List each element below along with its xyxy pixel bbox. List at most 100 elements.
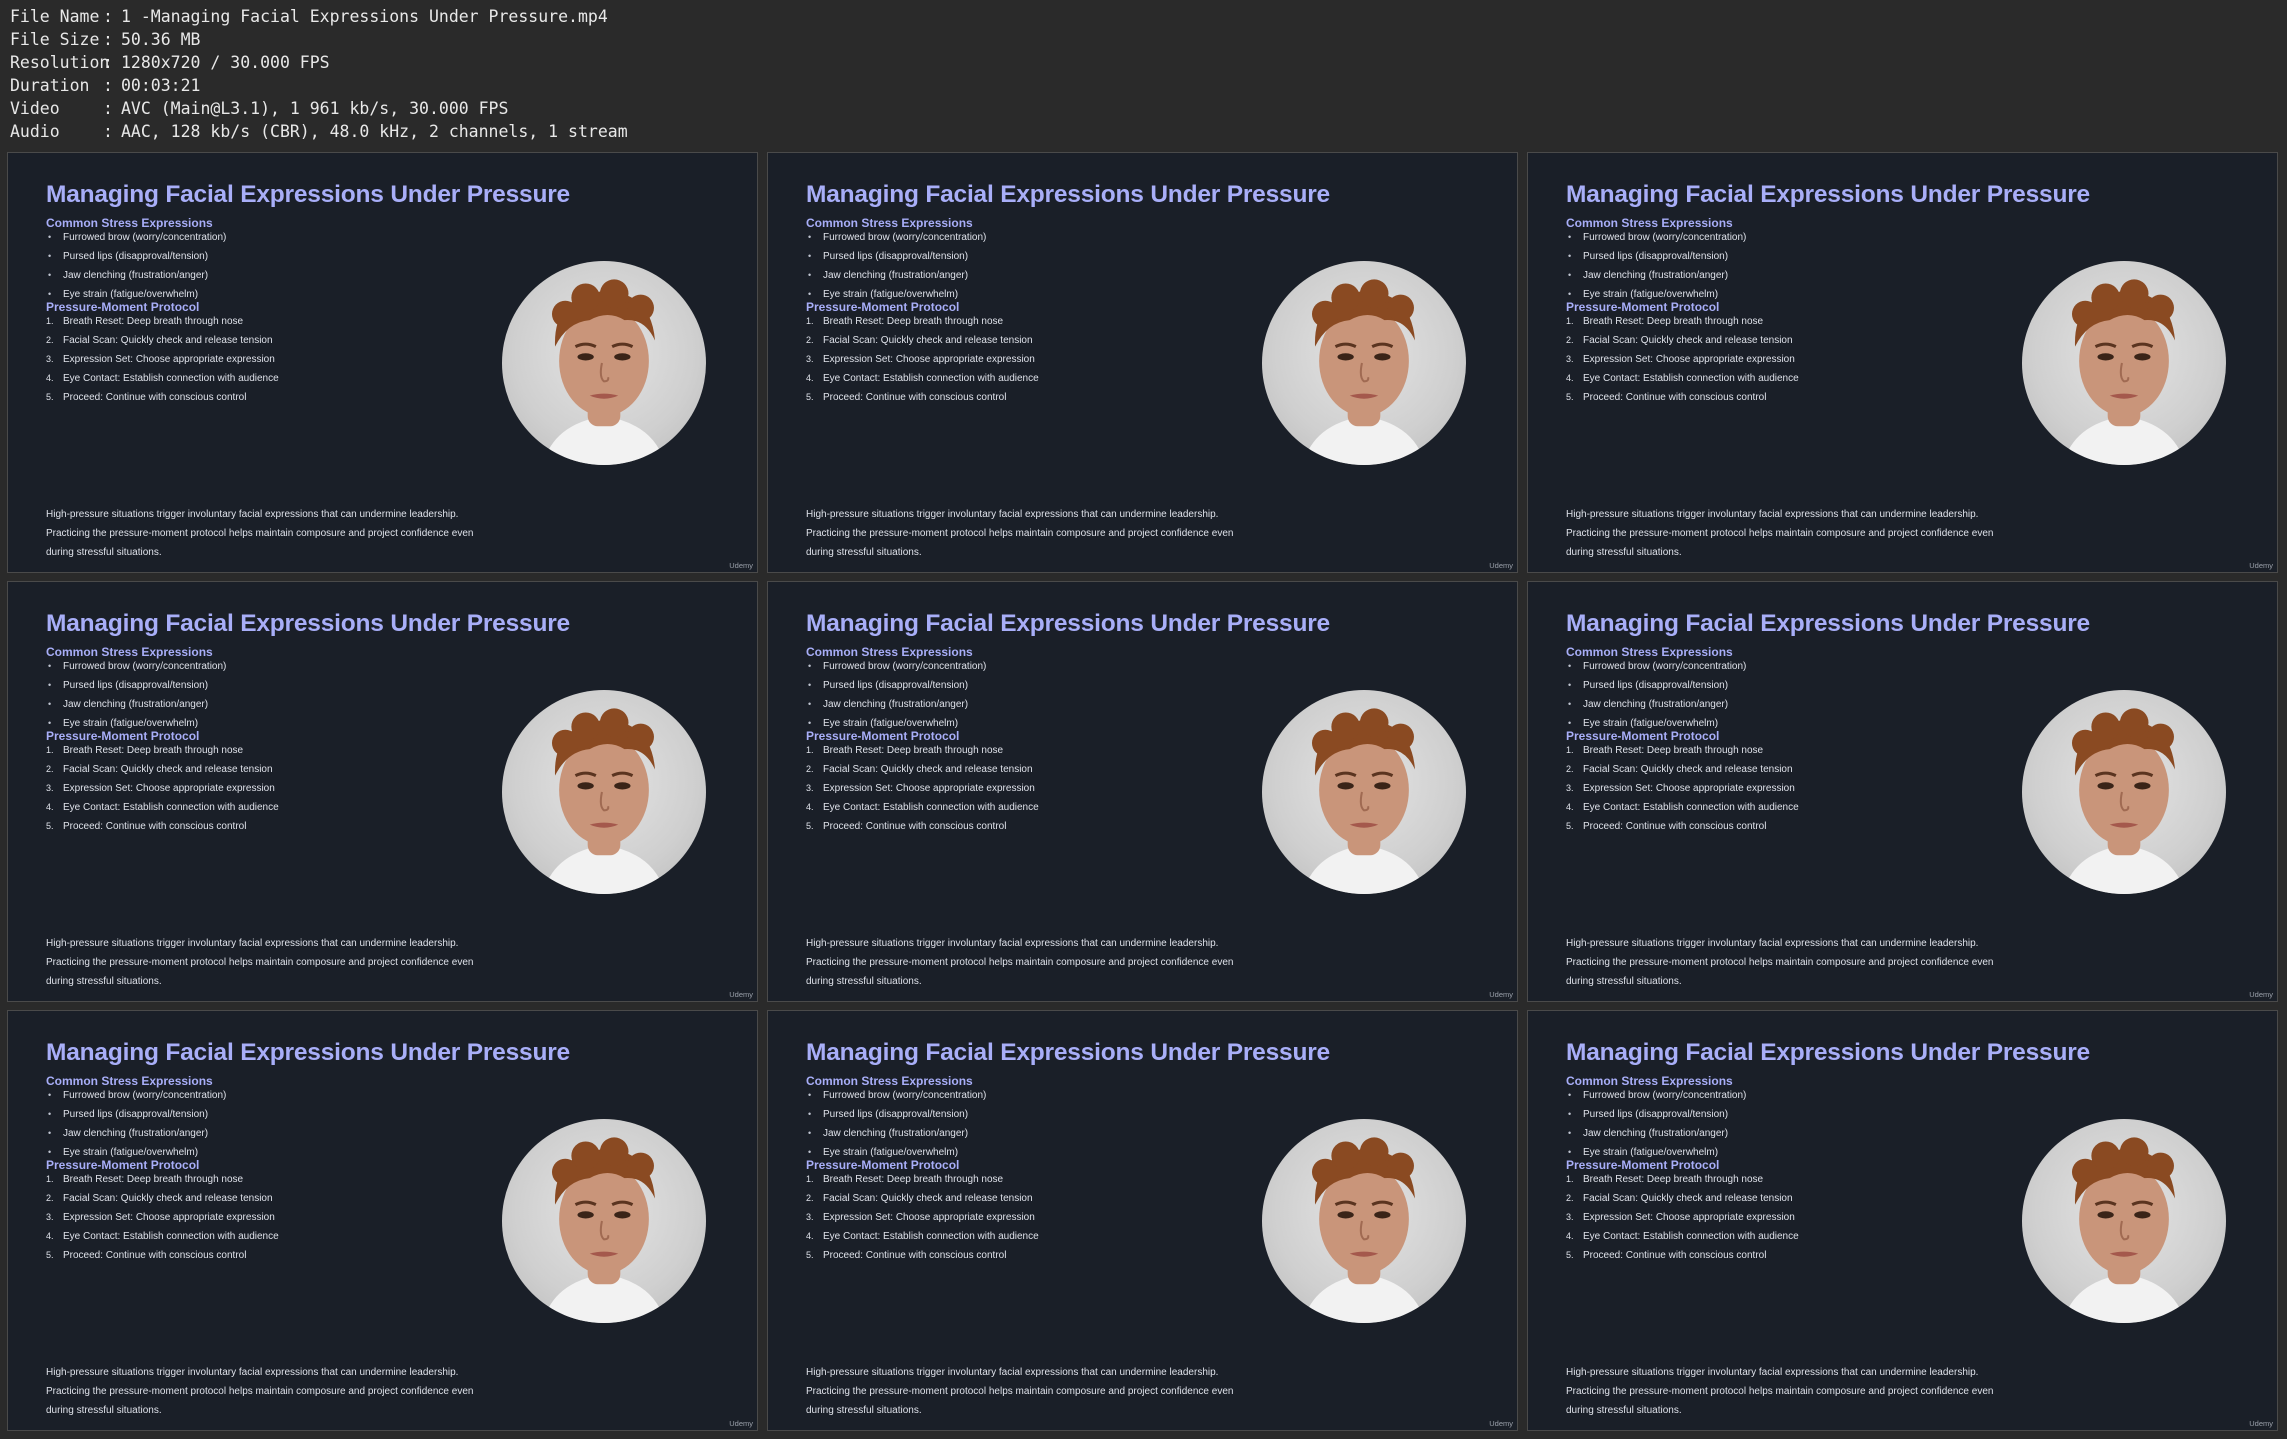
video-thumbnail[interactable]: Managing Facial Expressions Under Pressu… bbox=[7, 1010, 758, 1431]
list-item: 5. Proceed: Continue with conscious contr… bbox=[1566, 817, 1799, 836]
step-number: 3. bbox=[1566, 1212, 1574, 1222]
step-number: 2. bbox=[806, 335, 814, 345]
list-item: Pursed lips (disapproval/tension) bbox=[806, 1105, 986, 1124]
step-number: 5. bbox=[1566, 1250, 1574, 1260]
list-item: 2. Facial Scan: Quickly check and release… bbox=[806, 1189, 1039, 1208]
info-key: Duration bbox=[10, 76, 90, 95]
step-text: Proceed: Continue with conscious control bbox=[63, 1250, 247, 1261]
step-text: Proceed: Continue with conscious control bbox=[823, 821, 1007, 832]
step-text: Proceed: Continue with conscious control bbox=[823, 1250, 1007, 1261]
step-number: 5. bbox=[46, 1250, 54, 1260]
list-item: Jaw clenching (frustration/anger) bbox=[806, 695, 986, 714]
video-thumbnail[interactable]: Managing Facial Expressions Under Pressu… bbox=[1527, 1010, 2278, 1431]
slide-title: Managing Facial Expressions Under Pressu… bbox=[46, 1039, 570, 1066]
step-text: Breath Reset: Deep breath through nose bbox=[823, 745, 1004, 756]
step-number: 5. bbox=[806, 392, 814, 402]
udemy-logo: Udemy bbox=[2249, 1419, 2273, 1428]
paragraph-line: High-pressure situations trigger involun… bbox=[806, 1367, 1219, 1378]
presenter-webcam-circle bbox=[1262, 1119, 1466, 1323]
list-item: Furrowed brow (worry/concentration) bbox=[1566, 1086, 1746, 1105]
info-key: Audio bbox=[10, 122, 60, 141]
udemy-logo: Udemy bbox=[1489, 561, 1513, 570]
list-item: 4. Eye Contact: Establish connection with… bbox=[806, 369, 1039, 388]
list-item: 1. Breath Reset: Deep breath through nose bbox=[46, 741, 279, 760]
step-number: 3. bbox=[46, 1212, 54, 1222]
paragraph-line: during stressful situations. bbox=[1566, 1405, 1682, 1416]
list-item: Furrowed brow (worry/concentration) bbox=[46, 228, 226, 247]
list-item: 2. Facial Scan: Quickly check and release… bbox=[806, 760, 1039, 779]
protocol-steps-list: 1. Breath Reset: Deep breath through nose… bbox=[46, 1170, 279, 1265]
paragraph-line: High-pressure situations trigger involun… bbox=[1566, 938, 1979, 949]
media-info-header: File Name: 1 -Managing Facial Expressions… bbox=[0, 0, 2287, 148]
list-item: 1. Breath Reset: Deep breath through nose bbox=[806, 1170, 1039, 1189]
step-number: 1. bbox=[46, 316, 54, 326]
summary-paragraph: High-pressure situations trigger involun… bbox=[806, 1363, 1306, 1420]
step-text: Eye Contact: Establish connection with a… bbox=[63, 373, 279, 384]
info-row: Audio: AAC, 128 kb/s (CBR), 48.0 kHz, 2 c… bbox=[10, 120, 628, 143]
list-item: 3. Expression Set: Choose appropriate exp… bbox=[1566, 779, 1799, 798]
info-value: 00:03:21 bbox=[121, 76, 201, 95]
info-separator: : bbox=[103, 122, 113, 141]
step-number: 2. bbox=[806, 764, 814, 774]
video-thumbnail[interactable]: Managing Facial Expressions Under Pressu… bbox=[1527, 152, 2278, 573]
presenter-webcam-circle bbox=[1262, 690, 1466, 894]
video-thumbnail[interactable]: Managing Facial Expressions Under Pressu… bbox=[1527, 581, 2278, 1002]
step-number: 4. bbox=[1566, 802, 1574, 812]
video-thumbnail[interactable]: Managing Facial Expressions Under Pressu… bbox=[7, 581, 758, 1002]
list-item: 5. Proceed: Continue with conscious contr… bbox=[1566, 388, 1799, 407]
step-text: Breath Reset: Deep breath through nose bbox=[1583, 316, 1764, 327]
slide-title: Managing Facial Expressions Under Pressu… bbox=[806, 1039, 1330, 1066]
info-value: 1 -Managing Facial Expressions Under Pre… bbox=[121, 7, 608, 26]
info-value: 50.36 MB bbox=[121, 30, 201, 49]
list-item: 1. Breath Reset: Deep breath through nose bbox=[46, 312, 279, 331]
step-text: Expression Set: Choose appropriate expre… bbox=[823, 783, 1035, 794]
presenter-face-icon bbox=[1302, 279, 1426, 465]
summary-paragraph: High-pressure situations trigger involun… bbox=[46, 1363, 546, 1420]
list-item: 4. Eye Contact: Establish connection with… bbox=[1566, 1227, 1799, 1246]
protocol-steps-list: 1. Breath Reset: Deep breath through nose… bbox=[1566, 312, 1799, 407]
step-text: Expression Set: Choose appropriate expre… bbox=[63, 1212, 275, 1223]
info-value: AAC, 128 kb/s (CBR), 48.0 kHz, 2 channel… bbox=[121, 122, 628, 141]
udemy-logo: Udemy bbox=[729, 561, 753, 570]
step-text: Facial Scan: Quickly check and release t… bbox=[1583, 1193, 1793, 1204]
info-key: File Name bbox=[10, 7, 100, 26]
step-text: Proceed: Continue with conscious control bbox=[1583, 1250, 1767, 1261]
list-item: Pursed lips (disapproval/tension) bbox=[46, 676, 226, 695]
stress-expressions-list: Furrowed brow (worry/concentration) Purs… bbox=[46, 657, 226, 733]
video-thumbnail[interactable]: Managing Facial Expressions Under Pressu… bbox=[767, 581, 1518, 1002]
step-text: Eye Contact: Establish connection with a… bbox=[1583, 802, 1799, 813]
stress-expressions-list: Furrowed brow (worry/concentration) Purs… bbox=[806, 1086, 986, 1162]
paragraph-line: Practicing the pressure-moment protocol … bbox=[46, 957, 474, 968]
list-item: 4. Eye Contact: Establish connection with… bbox=[1566, 369, 1799, 388]
list-item: 5. Proceed: Continue with conscious contr… bbox=[1566, 1246, 1799, 1265]
list-item: Jaw clenching (frustration/anger) bbox=[46, 695, 226, 714]
list-item: 2. Facial Scan: Quickly check and release… bbox=[46, 760, 279, 779]
list-item: 4. Eye Contact: Establish connection with… bbox=[1566, 798, 1799, 817]
slide-title: Managing Facial Expressions Under Pressu… bbox=[1566, 610, 2090, 637]
list-item: Jaw clenching (frustration/anger) bbox=[1566, 695, 1746, 714]
presenter-face-icon bbox=[1302, 708, 1426, 894]
step-text: Breath Reset: Deep breath through nose bbox=[63, 316, 244, 327]
udemy-logo: Udemy bbox=[2249, 561, 2273, 570]
step-text: Eye Contact: Establish connection with a… bbox=[63, 802, 279, 813]
list-item: Jaw clenching (frustration/anger) bbox=[806, 1124, 986, 1143]
step-text: Expression Set: Choose appropriate expre… bbox=[1583, 1212, 1795, 1223]
step-text: Facial Scan: Quickly check and release t… bbox=[823, 335, 1033, 346]
video-thumbnail[interactable]: Managing Facial Expressions Under Pressu… bbox=[7, 152, 758, 573]
stress-expressions-list: Furrowed brow (worry/concentration) Purs… bbox=[1566, 1086, 1746, 1162]
step-text: Facial Scan: Quickly check and release t… bbox=[1583, 335, 1793, 346]
info-row: File Name:1 -Managing Facial Expressions… bbox=[10, 5, 608, 28]
list-item: Furrowed brow (worry/concentration) bbox=[46, 1086, 226, 1105]
step-number: 1. bbox=[806, 745, 814, 755]
video-thumbnail[interactable]: Managing Facial Expressions Under Pressu… bbox=[767, 1010, 1518, 1431]
step-number: 1. bbox=[46, 1174, 54, 1184]
video-thumbnail[interactable]: Managing Facial Expressions Under Pressu… bbox=[767, 152, 1518, 573]
presenter-face-icon bbox=[542, 1137, 666, 1323]
list-item: 5. Proceed: Continue with conscious contr… bbox=[46, 1246, 279, 1265]
step-number: 2. bbox=[1566, 1193, 1574, 1203]
list-item: Furrowed brow (worry/concentration) bbox=[1566, 228, 1746, 247]
list-item: Furrowed brow (worry/concentration) bbox=[46, 657, 226, 676]
udemy-logo: Udemy bbox=[2249, 990, 2273, 999]
udemy-logo: Udemy bbox=[729, 990, 753, 999]
step-text: Facial Scan: Quickly check and release t… bbox=[63, 335, 273, 346]
